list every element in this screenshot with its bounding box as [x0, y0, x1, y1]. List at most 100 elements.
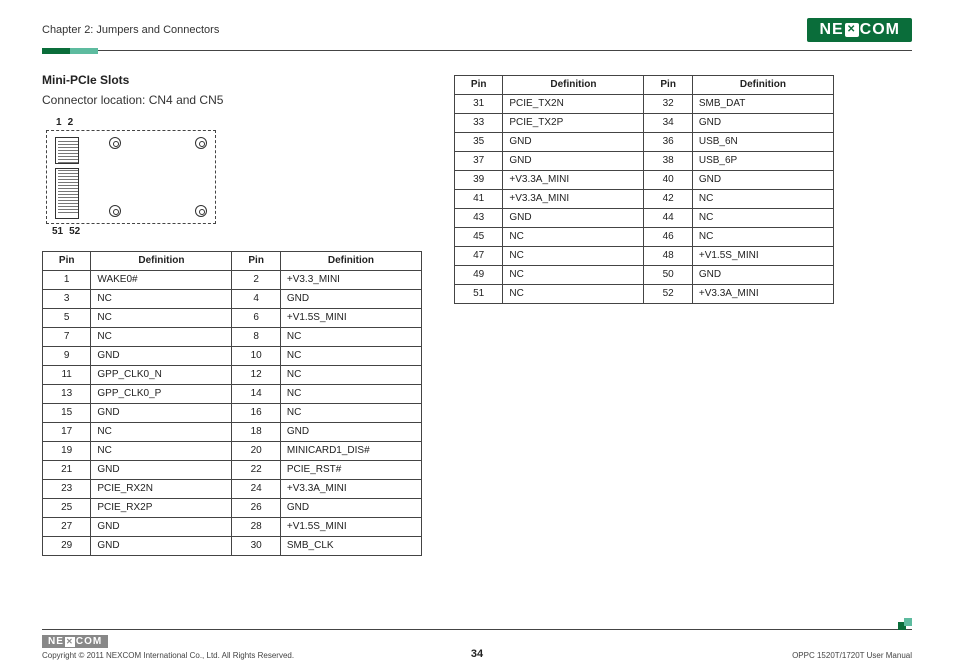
table-row: 17NC18GND — [43, 423, 422, 442]
pin-label-51: 51 — [52, 226, 63, 237]
definition-cell: NC — [91, 328, 232, 347]
definition-cell: SMB_DAT — [692, 95, 833, 114]
pin-cell: 43 — [455, 209, 503, 228]
definition-cell: +V1.5S_MINI — [280, 309, 421, 328]
pin-cell: 7 — [43, 328, 91, 347]
definition-cell: GND — [692, 171, 833, 190]
logo-text-right: COM — [860, 21, 900, 39]
pin-cell: 46 — [644, 228, 692, 247]
table-row: 23PCIE_RX2N24+V3.3A_MINI — [43, 480, 422, 499]
pin-cell: 3 — [43, 290, 91, 309]
pin-cell: 31 — [455, 95, 503, 114]
pin-cell: 42 — [644, 190, 692, 209]
pin-cell: 40 — [644, 171, 692, 190]
pin-cell: 4 — [232, 290, 280, 309]
header-rule — [42, 50, 912, 51]
definition-cell: NC — [692, 190, 833, 209]
definition-cell: GND — [91, 518, 232, 537]
definition-cell: +V1.5S_MINI — [692, 247, 833, 266]
pin-cell: 25 — [43, 499, 91, 518]
definition-cell: NC — [503, 247, 644, 266]
col-pin: Pin — [455, 76, 503, 95]
pin-cell: 37 — [455, 152, 503, 171]
pin-cell: 15 — [43, 404, 91, 423]
definition-cell: NC — [692, 209, 833, 228]
definition-cell: +V1.5S_MINI — [280, 518, 421, 537]
table-row: 33PCIE_TX2P34GND — [455, 114, 834, 133]
mini-pcie-diagram: 1 2 51 52 — [46, 117, 430, 237]
pin-cell: 12 — [232, 366, 280, 385]
section-title: Mini-PCIe Slots — [42, 73, 430, 87]
definition-cell: USB_6P — [692, 152, 833, 171]
pin-cell: 30 — [232, 537, 280, 556]
card-edge-icon — [55, 137, 79, 219]
pin-cell: 11 — [43, 366, 91, 385]
pin-cell: 44 — [644, 209, 692, 228]
pin-cell: 38 — [644, 152, 692, 171]
col-definition: Definition — [91, 252, 232, 271]
col-definition: Definition — [692, 76, 833, 95]
definition-cell: GPP_CLK0_N — [91, 366, 232, 385]
definition-cell: NC — [503, 228, 644, 247]
table-row: 37GND38USB_6P — [455, 152, 834, 171]
definition-cell: NC — [91, 423, 232, 442]
definition-cell: GND — [91, 537, 232, 556]
pin-cell: 5 — [43, 309, 91, 328]
pin-table-right: Pin Definition Pin Definition 31PCIE_TX2… — [454, 75, 834, 304]
pin-label-52: 52 — [69, 226, 80, 237]
footer-logo-right: COM — [76, 636, 102, 647]
definition-cell: PCIE_TX2P — [503, 114, 644, 133]
table-row: 35GND36USB_6N — [455, 133, 834, 152]
pin-cell: 48 — [644, 247, 692, 266]
table-row: 29GND30SMB_CLK — [43, 537, 422, 556]
table-row: 7NC8NC — [43, 328, 422, 347]
definition-cell: GND — [280, 290, 421, 309]
definition-cell: +V3.3A_MINI — [503, 171, 644, 190]
col-pin: Pin — [644, 76, 692, 95]
pin-table-left: Pin Definition Pin Definition 1WAKE0#2+V… — [42, 251, 422, 556]
definition-cell: NC — [280, 366, 421, 385]
table-row: 19NC20MINICARD1_DIS# — [43, 442, 422, 461]
table-row: 39+V3.3A_MINI40GND — [455, 171, 834, 190]
pin-cell: 50 — [644, 266, 692, 285]
definition-cell: +V3.3_MINI — [280, 271, 421, 290]
footer-accent-icon — [898, 622, 912, 630]
definition-cell: NC — [503, 285, 644, 304]
pin-cell: 51 — [455, 285, 503, 304]
col-definition: Definition — [280, 252, 421, 271]
standoff-icon — [195, 137, 207, 149]
pin-cell: 45 — [455, 228, 503, 247]
definition-cell: NC — [503, 266, 644, 285]
pin-cell: 32 — [644, 95, 692, 114]
pin-cell: 35 — [455, 133, 503, 152]
definition-cell: NC — [91, 290, 232, 309]
definition-cell: +V3.3A_MINI — [692, 285, 833, 304]
slot-key-icon — [55, 163, 79, 169]
pin-cell: 52 — [644, 285, 692, 304]
manual-name: OPPC 1520T/1720T User Manual — [792, 651, 912, 660]
right-column: Pin Definition Pin Definition 31PCIE_TX2… — [454, 73, 884, 556]
pin-cell: 39 — [455, 171, 503, 190]
pin-cell: 49 — [455, 266, 503, 285]
table-row: 11GPP_CLK0_N12NC — [43, 366, 422, 385]
connector-location: Connector location: CN4 and CN5 — [42, 93, 430, 107]
pin-cell: 33 — [455, 114, 503, 133]
pin-cell: 19 — [43, 442, 91, 461]
pin-cell: 17 — [43, 423, 91, 442]
definition-cell: PCIE_RST# — [280, 461, 421, 480]
definition-cell: NC — [280, 385, 421, 404]
pin-cell: 16 — [232, 404, 280, 423]
table-row: 5NC6+V1.5S_MINI — [43, 309, 422, 328]
definition-cell: GND — [280, 499, 421, 518]
table-header-row: Pin Definition Pin Definition — [455, 76, 834, 95]
table-row: 41+V3.3A_MINI42NC — [455, 190, 834, 209]
definition-cell: GND — [692, 114, 833, 133]
pin-cell: 41 — [455, 190, 503, 209]
table-row: 45NC46NC — [455, 228, 834, 247]
diagram-outline — [46, 130, 216, 224]
pin-cell: 27 — [43, 518, 91, 537]
pin-cell: 29 — [43, 537, 91, 556]
pin-cell: 2 — [232, 271, 280, 290]
pin-cell: 34 — [644, 114, 692, 133]
chapter-title: Chapter 2: Jumpers and Connectors — [42, 24, 219, 36]
